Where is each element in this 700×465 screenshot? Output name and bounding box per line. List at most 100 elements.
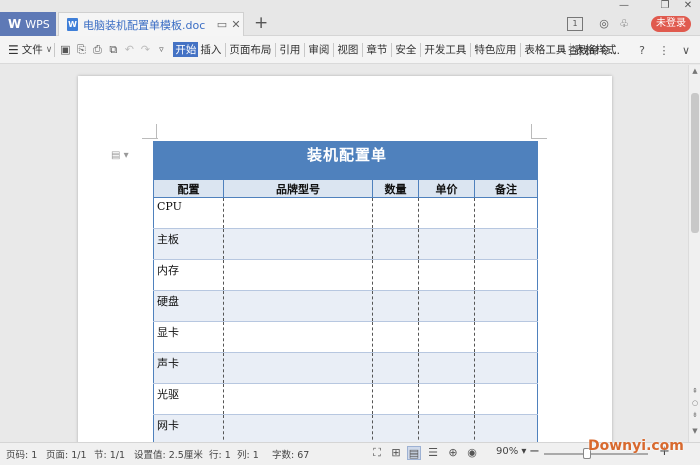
scroll-down-icon[interactable]: ▼ — [689, 427, 700, 437]
more-icon[interactable]: ⋮ — [656, 44, 672, 57]
table-cell[interactable] — [418, 290, 475, 322]
tab-view[interactable]: 视图 — [336, 42, 359, 57]
row-label[interactable]: 硬盘 — [153, 290, 224, 322]
close-icon[interactable]: ✕ — [229, 18, 243, 31]
table-cell[interactable] — [223, 414, 373, 442]
table-cell[interactable] — [473, 352, 539, 384]
print-icon[interactable]: ⎙ — [89, 43, 105, 57]
new-tab-button[interactable]: + — [254, 13, 268, 33]
panel-icon[interactable]: 1 — [567, 17, 583, 31]
scroll-up-icon[interactable]: ▲ — [689, 67, 700, 77]
tab-insert[interactable]: 插入 — [199, 42, 222, 57]
table-cell[interactable] — [418, 197, 475, 229]
reading-view-icon[interactable]: ⊞ — [389, 446, 403, 460]
row-label[interactable]: 内存 — [153, 259, 224, 291]
tab-security[interactable]: 安全 — [394, 42, 417, 57]
restore-icon[interactable]: ❐ — [653, 0, 677, 14]
row-label[interactable]: 声卡 — [153, 352, 224, 384]
table-cell[interactable] — [223, 290, 373, 322]
find-command-button[interactable]: ⌕ 查找命令... — [560, 40, 620, 60]
tab-developer[interactable]: 开发工具 — [423, 42, 467, 57]
table-cell[interactable] — [372, 352, 419, 384]
table-cell[interactable] — [223, 228, 373, 260]
file-menu-button[interactable]: ☰ 文件 ∨ — [8, 40, 52, 60]
table-cell[interactable] — [418, 383, 475, 415]
paragraph-marker-icon[interactable]: ▤ ▾ — [111, 150, 129, 161]
table-cell[interactable] — [372, 259, 419, 291]
table-cell[interactable] — [418, 414, 475, 442]
outline-view-icon[interactable]: ☰ — [426, 446, 440, 460]
next-page-icon[interactable]: ⇟ — [689, 411, 700, 421]
table-cell[interactable] — [223, 352, 373, 384]
redo-icon[interactable]: ↷ — [137, 43, 153, 56]
column-header[interactable]: 品牌型号 — [223, 179, 373, 198]
table-cell[interactable] — [418, 259, 475, 291]
table-cell[interactable] — [473, 383, 539, 415]
table-cell[interactable] — [223, 383, 373, 415]
table-title[interactable]: 装机配置单 — [152, 141, 539, 180]
column-header[interactable]: 单价 — [418, 179, 475, 198]
zoom-out-button[interactable]: − — [529, 444, 540, 459]
table-row: 硬盘 — [153, 290, 539, 322]
row-label[interactable]: 显卡 — [153, 321, 224, 353]
tab-page-layout[interactable]: 页面布局 — [228, 42, 272, 57]
gift-icon[interactable]: ♧ — [616, 17, 632, 31]
row-label[interactable]: 光驱 — [153, 383, 224, 415]
column-header[interactable]: 备注 — [473, 179, 539, 198]
select-browse-icon[interactable]: ○ — [689, 399, 700, 409]
table-cell[interactable] — [372, 321, 419, 353]
table-cell[interactable] — [223, 259, 373, 291]
vertical-scrollbar[interactable]: ▲ ⇞ ○ ⇟ ▼ — [688, 65, 700, 442]
table-cell[interactable] — [372, 383, 419, 415]
tab-chapter[interactable]: 章节 — [365, 42, 388, 57]
monitor-icon[interactable]: ▭ — [215, 18, 229, 31]
eye-protect-icon[interactable]: ◉ — [465, 446, 479, 460]
word-count[interactable]: 字数: 67 — [272, 447, 309, 461]
window-close-icon[interactable]: ✕ — [676, 0, 700, 14]
tab-references[interactable]: 引用 — [278, 42, 301, 57]
table-cell[interactable] — [418, 228, 475, 260]
table-cell[interactable] — [372, 228, 419, 260]
table-cell[interactable] — [223, 321, 373, 353]
fullscreen-icon[interactable]: ⛶ — [370, 446, 384, 460]
table-cell[interactable] — [473, 414, 539, 442]
divider — [520, 42, 522, 57]
tab-features[interactable]: 特色应用 — [473, 42, 517, 57]
table-cell[interactable] — [372, 197, 419, 229]
help-icon[interactable]: ? — [634, 44, 650, 57]
row-label[interactable]: 网卡 — [153, 414, 224, 442]
collapse-ribbon-icon[interactable]: ∨ — [678, 44, 694, 57]
table-cell[interactable] — [372, 414, 419, 442]
table-cell[interactable] — [473, 321, 539, 353]
table-cell[interactable] — [473, 197, 539, 229]
save-icon[interactable]: ▣ — [57, 43, 73, 56]
page-view-icon[interactable]: ▤ — [407, 446, 421, 460]
tab-review[interactable]: 审阅 — [307, 42, 330, 57]
web-view-icon[interactable]: ⊕ — [446, 446, 460, 460]
print-preview-icon[interactable]: ⧉ — [105, 43, 121, 57]
skin-icon[interactable]: ◎ — [596, 17, 612, 31]
row-label[interactable]: CPU — [153, 197, 224, 229]
column-header[interactable]: 数量 — [372, 179, 419, 198]
table-cell[interactable] — [223, 197, 373, 229]
zoom-level[interactable]: 90% ▾ — [496, 446, 526, 457]
table-cell[interactable] — [372, 290, 419, 322]
row-label[interactable]: 主板 — [153, 228, 224, 260]
prev-page-icon[interactable]: ⇞ — [689, 387, 700, 397]
scrollbar-thumb[interactable] — [691, 93, 699, 233]
config-table[interactable]: 装机配置单 配置 品牌型号 数量 单价 备注 CPU 主板 内存 硬盘 显卡 声… — [152, 141, 539, 442]
customize-icon[interactable]: ▿ — [153, 45, 169, 55]
minimize-icon[interactable]: — — [612, 0, 636, 14]
table-cell[interactable] — [473, 228, 539, 260]
wps-home-tab[interactable]: W WPS — [0, 12, 56, 36]
column-header[interactable]: 配置 — [153, 179, 224, 198]
table-cell[interactable] — [473, 290, 539, 322]
format-painter-icon[interactable]: ⎘ — [73, 43, 89, 57]
table-cell[interactable] — [418, 352, 475, 384]
document-tab[interactable]: W 电脑装机配置单模板.doc ▭ ✕ — [58, 12, 244, 36]
table-cell[interactable] — [418, 321, 475, 353]
tab-home[interactable]: 开始 — [173, 42, 199, 57]
undo-icon[interactable]: ↶ — [121, 43, 137, 56]
login-button[interactable]: 未登录 — [651, 16, 691, 32]
table-cell[interactable] — [473, 259, 539, 291]
